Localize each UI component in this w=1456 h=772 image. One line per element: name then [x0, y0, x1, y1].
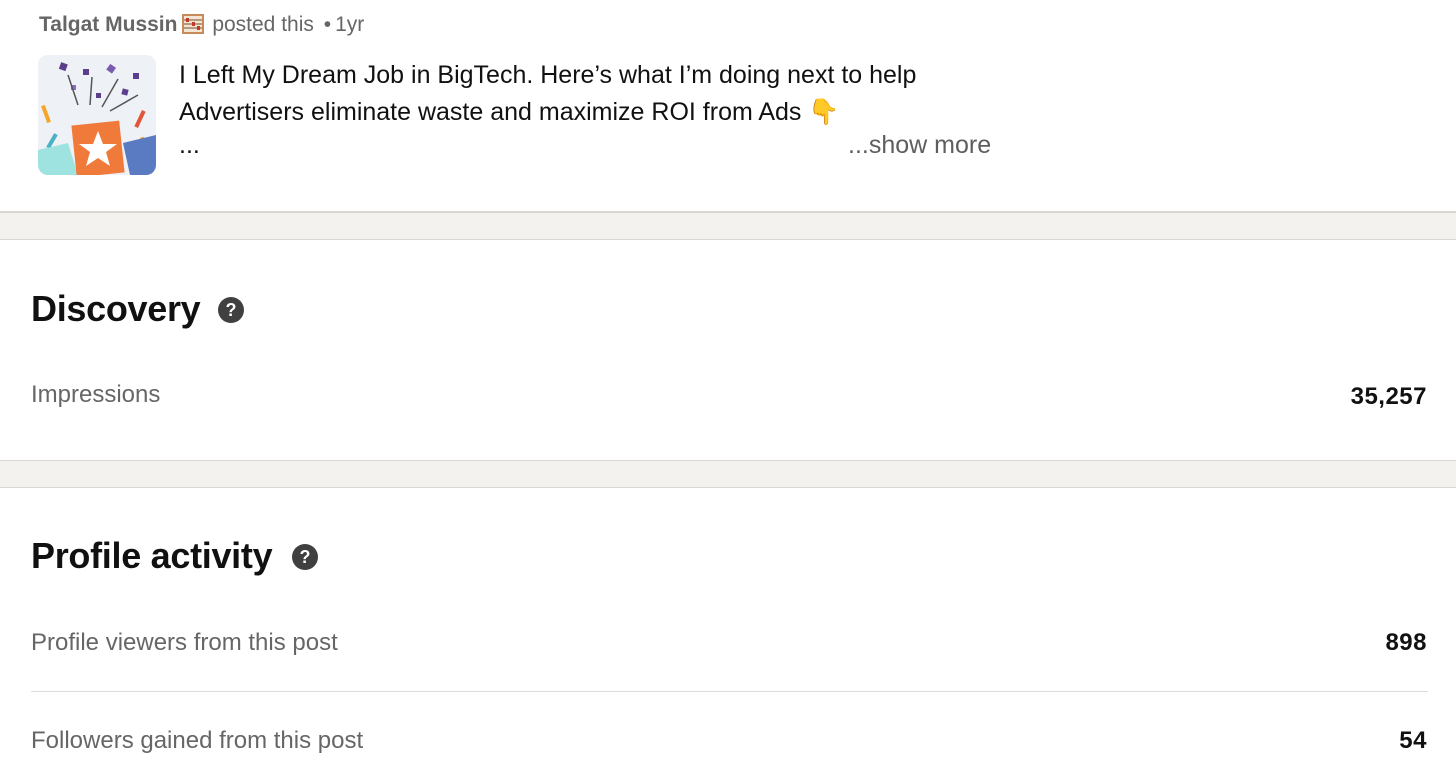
profile-viewers-label: Profile viewers from this post: [31, 629, 338, 656]
row-divider: [31, 691, 1428, 692]
help-icon[interactable]: ?: [292, 544, 318, 570]
show-more-link[interactable]: ...show more: [848, 131, 991, 160]
post-thumbnail[interactable]: [38, 55, 156, 175]
posted-label: posted this: [212, 13, 314, 36]
discovery-card: Discovery ? Impressions 35,257: [0, 240, 1456, 460]
discovery-title: Discovery: [31, 288, 201, 329]
abacus-icon: [182, 14, 205, 34]
section-separator: [0, 212, 1456, 240]
followers-gained-value: 54: [1399, 727, 1427, 754]
post-meta: Talgat Mussin posted this • 1yr: [39, 13, 364, 37]
post-text: I Left My Dream Job in BigTech. Here’s w…: [179, 57, 1009, 131]
followers-gained-label: Followers gained from this post: [31, 727, 364, 754]
author-name[interactable]: Talgat Mussin: [39, 13, 177, 36]
post-age: 1yr: [335, 13, 365, 36]
impressions-label: Impressions: [31, 381, 161, 408]
post-analytics-page: Talgat Mussin posted this • 1yr I Left M…: [0, 0, 1456, 772]
post-text-line: I Left My Dream Job in BigTech. Here’s w…: [179, 61, 917, 89]
profile-viewers-value: 898: [1385, 629, 1427, 656]
impressions-value: 35,257: [1350, 383, 1427, 410]
section-separator: [0, 460, 1456, 488]
post-summary: Talgat Mussin posted this • 1yr I Left M…: [0, 0, 1456, 212]
post-text-ellipsis: ...: [179, 131, 200, 159]
meta-separator: •: [323, 13, 332, 36]
help-icon[interactable]: ?: [218, 297, 244, 323]
profile-activity-title: Profile activity: [31, 535, 273, 576]
profile-activity-card: Profile activity ? Profile viewers from …: [0, 488, 1456, 772]
post-text-line: Advertisers eliminate waste and maximize…: [179, 98, 840, 126]
confetti-illustration: [38, 55, 156, 175]
